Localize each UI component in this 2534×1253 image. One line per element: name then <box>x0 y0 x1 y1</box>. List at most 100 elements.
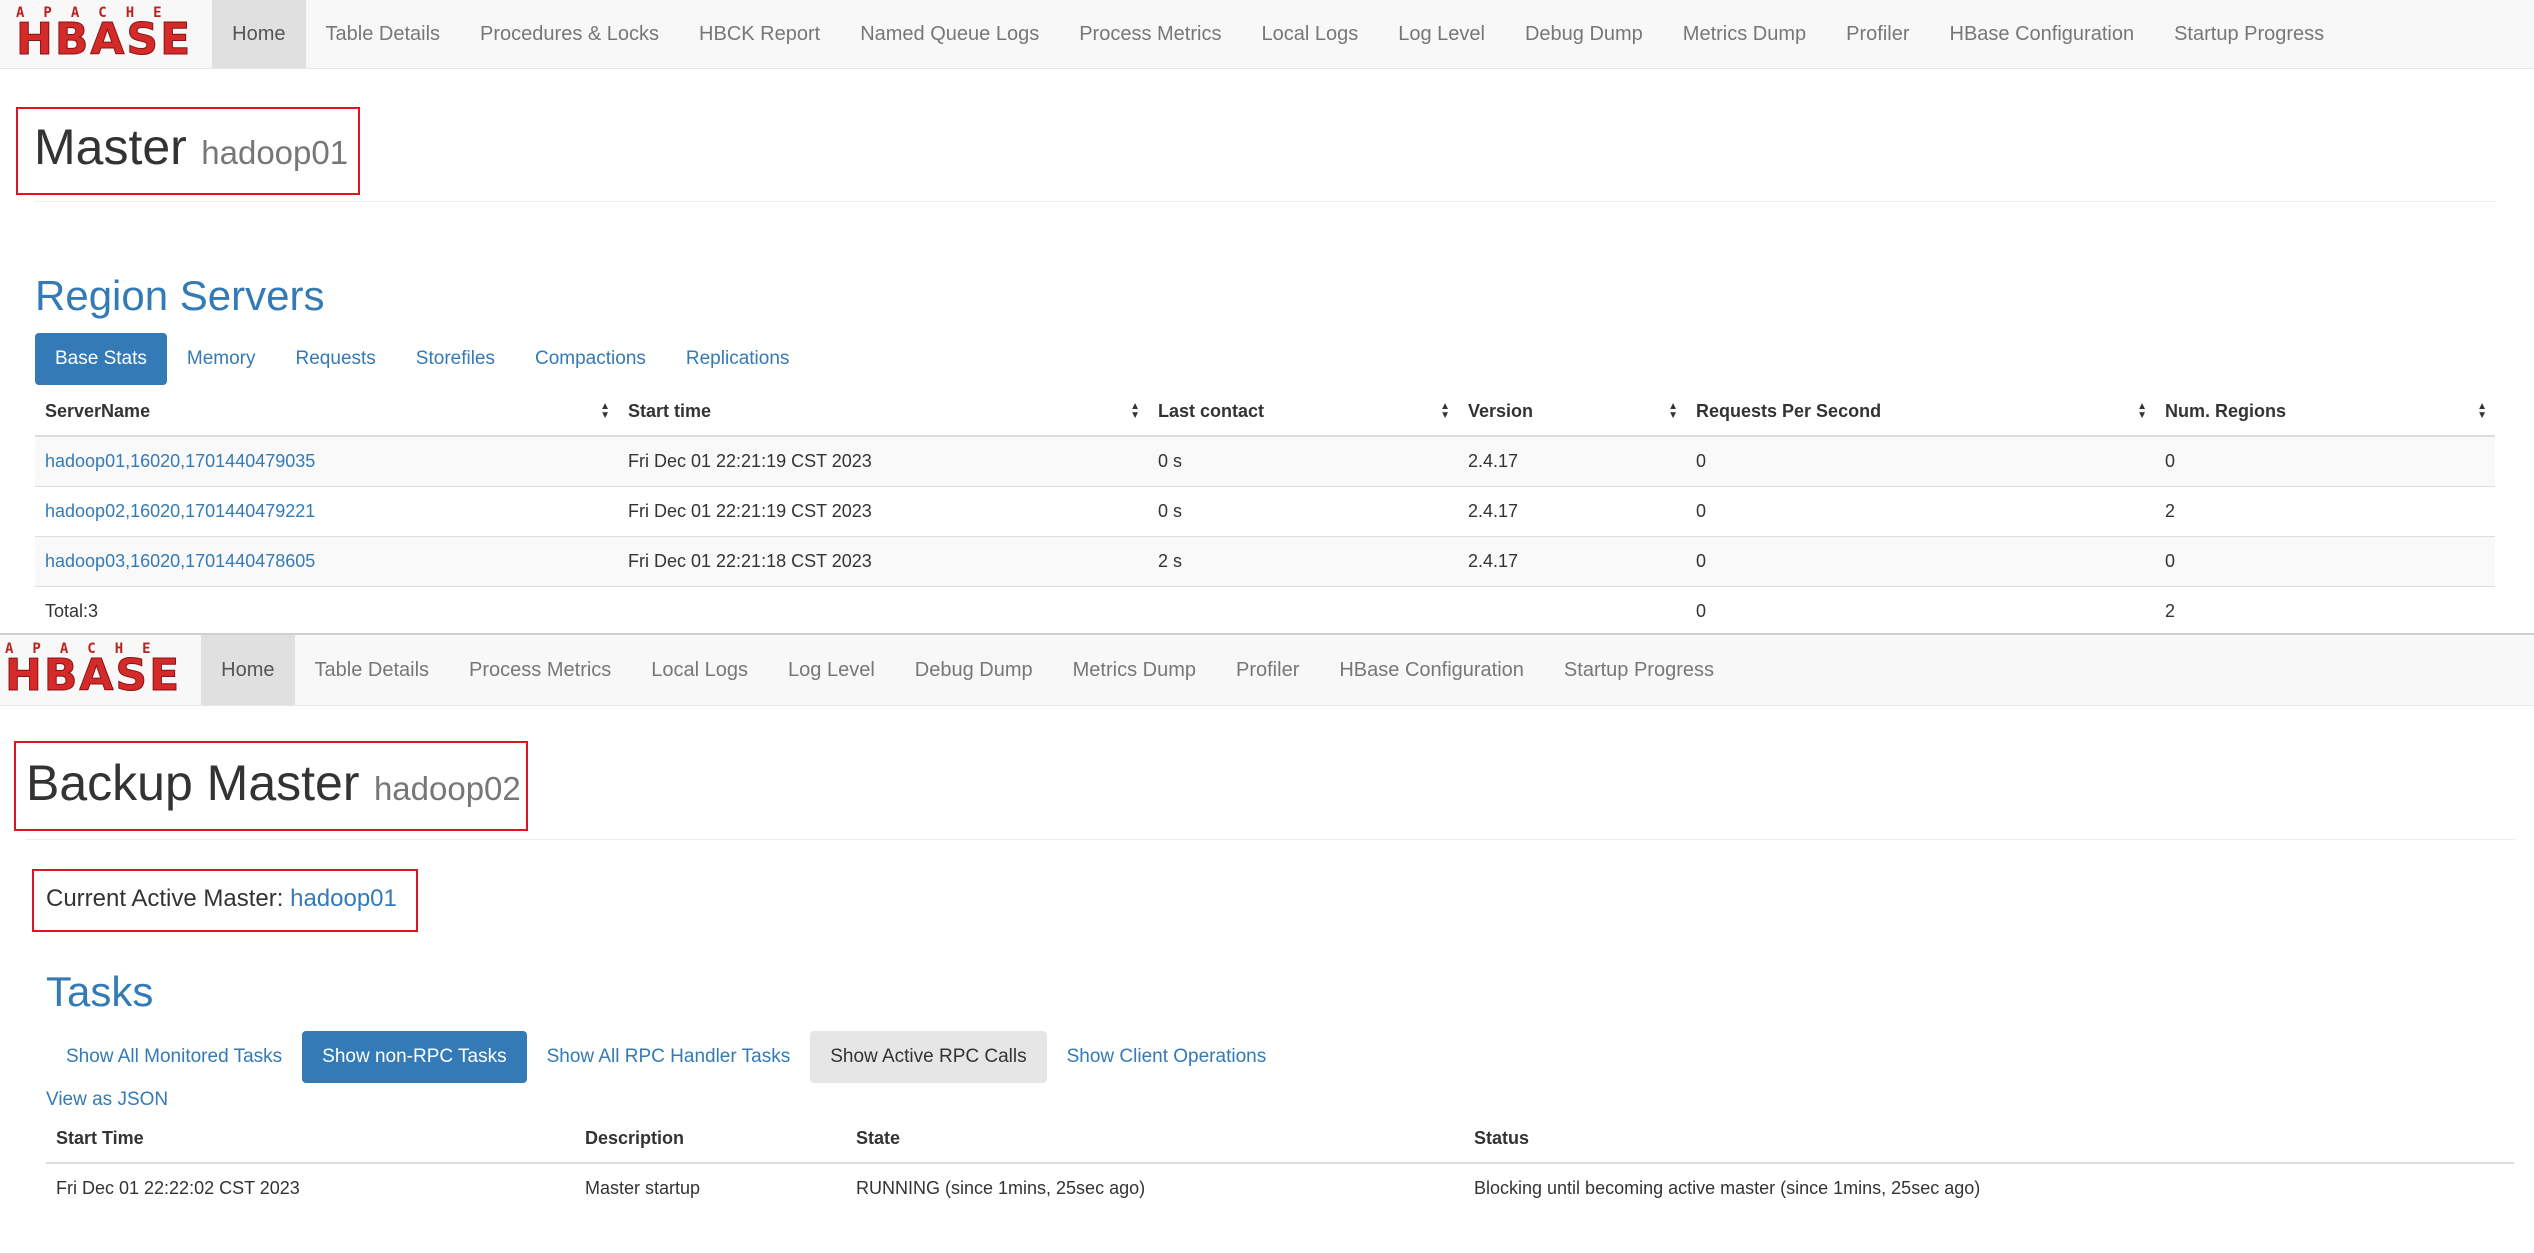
nav-startup-progress[interactable]: Startup Progress <box>2154 0 2344 68</box>
cell-status: Blocking until becoming active master (s… <box>1464 1162 2514 1213</box>
nav-metrics-dump[interactable]: Metrics Dump <box>1663 0 1826 68</box>
tab-compactions[interactable]: Compactions <box>515 333 666 385</box>
nav-log-level[interactable]: Log Level <box>768 635 895 705</box>
nav-named-queue-logs[interactable]: Named Queue Logs <box>840 0 1059 68</box>
server-link[interactable]: hadoop03,16020,1701440478605 <box>45 551 315 571</box>
table-total-row: Total:3 0 2 <box>35 586 2495 636</box>
sort-icon[interactable]: ▲ ▼ <box>1668 402 1678 421</box>
tab-memory[interactable]: Memory <box>167 333 276 385</box>
nav-debug-dump[interactable]: Debug Dump <box>1505 0 1663 68</box>
view-as-json-link[interactable]: View as JSON <box>46 1089 168 1111</box>
tasks-table: Start Time Description State Status Fri … <box>46 1114 2514 1213</box>
total-regions: 2 <box>2155 586 2495 636</box>
nav-metrics-dump[interactable]: Metrics Dump <box>1053 635 1216 705</box>
logo-hbase-text: HBASE <box>15 14 193 65</box>
column-header-requests-per-second[interactable]: Requests Per Second ▲ ▼ <box>1686 387 2155 437</box>
nav-table-details[interactable]: Table Details <box>306 0 461 68</box>
table-row: hadoop01,16020,1701440479035 Fri Dec 01 … <box>35 435 2495 487</box>
cell-version: 2.4.17 <box>1458 435 1686 487</box>
server-link[interactable]: hadoop02,16020,1701440479221 <box>45 501 315 521</box>
nav-process-metrics[interactable]: Process Metrics <box>1059 0 1241 68</box>
tasks-title: Tasks <box>46 968 154 1015</box>
cell-version: 2.4.17 <box>1458 536 1686 587</box>
column-header-start-time: Start Time <box>46 1114 575 1164</box>
sort-icon[interactable]: ▲ ▼ <box>2477 402 2487 421</box>
nav-table-details[interactable]: Table Details <box>295 635 450 705</box>
nav-process-metrics[interactable]: Process Metrics <box>449 635 631 705</box>
sort-icon[interactable]: ▲ ▼ <box>1130 402 1140 421</box>
nav-startup-progress[interactable]: Startup Progress <box>1544 635 1734 705</box>
nav-profiler[interactable]: Profiler <box>1216 635 1319 705</box>
region-servers-table: ServerName ▲ ▼ Start time ▲ ▼ Last contact ▲ ▼… <box>35 387 2495 636</box>
cell-description: Master startup <box>575 1162 846 1213</box>
column-header-state: State <box>846 1114 1464 1164</box>
cell-state: RUNNING (since 1mins, 25sec ago) <box>846 1162 1464 1213</box>
tasks-tabs: Show All Monitored Tasks Show non-RPC Ta… <box>46 1031 1286 1083</box>
nav-profiler[interactable]: Profiler <box>1826 0 1929 68</box>
cell-last-contact: 2 s <box>1148 536 1458 587</box>
total-label: Total:3 <box>35 586 618 636</box>
tab-active-rpc-calls[interactable]: Show Active RPC Calls <box>810 1031 1047 1083</box>
nav-local-logs[interactable]: Local Logs <box>1241 0 1378 68</box>
cell-regions: 0 <box>2155 536 2495 587</box>
nav-local-logs[interactable]: Local Logs <box>631 635 768 705</box>
column-header-num-regions[interactable]: Num. Regions ▲ ▼ <box>2155 387 2495 437</box>
cell-start-time: Fri Dec 01 22:22:02 CST 2023 <box>46 1162 575 1213</box>
page-title-main: Backup Master <box>26 755 360 811</box>
cell-last-contact: 0 s <box>1148 486 1458 537</box>
cell-start-time: Fri Dec 01 22:21:19 CST 2023 <box>618 486 1148 537</box>
nav-home[interactable]: Home <box>201 635 295 705</box>
sort-icon[interactable]: ▲ ▼ <box>600 402 610 421</box>
cell-regions: 0 <box>2155 435 2495 487</box>
cell-regions: 2 <box>2155 486 2495 537</box>
page-title-host: hadoop01 <box>201 134 349 171</box>
nav-procedures-locks[interactable]: Procedures & Locks <box>460 0 679 68</box>
page-title-main: Master <box>34 119 187 175</box>
tab-base-stats[interactable]: Base Stats <box>35 333 167 385</box>
cell-requests: 0 <box>1686 536 2155 587</box>
backup-navbar: APACHE HBASE Home Table Details Process … <box>0 633 2534 706</box>
tab-client-operations[interactable]: Show Client Operations <box>1047 1031 1287 1083</box>
sort-icon[interactable]: ▲ ▼ <box>1440 402 1450 421</box>
current-active-master: Current Active Master: hadoop01 <box>46 885 397 913</box>
page-title: Master hadoop01 <box>34 118 348 176</box>
nav-log-level[interactable]: Log Level <box>1378 0 1505 68</box>
header-divider <box>26 839 2516 840</box>
column-header-start-time[interactable]: Start time ▲ ▼ <box>618 387 1148 437</box>
tab-all-monitored-tasks[interactable]: Show All Monitored Tasks <box>46 1031 302 1083</box>
column-header-version[interactable]: Version ▲ ▼ <box>1458 387 1686 437</box>
column-header-servername[interactable]: ServerName ▲ ▼ <box>35 387 618 437</box>
region-servers-title: Region Servers <box>35 272 325 319</box>
tab-requests[interactable]: Requests <box>276 333 396 385</box>
page-title: Backup Master hadoop02 <box>26 754 521 812</box>
cell-last-contact: 0 s <box>1148 435 1458 487</box>
page-title-host: hadoop02 <box>373 770 521 807</box>
nav-hbase-configuration[interactable]: HBase Configuration <box>1319 635 1544 705</box>
tab-storefiles[interactable]: Storefiles <box>396 333 515 385</box>
tab-non-rpc-tasks[interactable]: Show non-RPC Tasks <box>302 1031 527 1083</box>
active-master-label: Current Active Master: <box>46 885 284 912</box>
nav-debug-dump[interactable]: Debug Dump <box>895 635 1053 705</box>
sort-icon[interactable]: ▲ ▼ <box>2137 402 2147 421</box>
table-row: hadoop02,16020,1701440479221 Fri Dec 01 … <box>35 486 2495 537</box>
hbase-logo[interactable]: APACHE HBASE <box>0 635 201 705</box>
master-navbar: APACHE HBASE Home Table Details Procedur… <box>0 0 2534 69</box>
tab-all-rpc-handler-tasks[interactable]: Show All RPC Handler Tasks <box>527 1031 811 1083</box>
logo-hbase-text: HBASE <box>4 650 182 701</box>
cell-version: 2.4.17 <box>1458 486 1686 537</box>
column-header-last-contact[interactable]: Last contact ▲ ▼ <box>1148 387 1458 437</box>
total-requests: 0 <box>1686 586 2155 636</box>
cell-start-time: Fri Dec 01 22:21:18 CST 2023 <box>618 536 1148 587</box>
header-divider <box>34 201 2496 202</box>
region-servers-tabs: Base Stats Memory Requests Storefiles Co… <box>35 333 809 385</box>
table-row: hadoop03,16020,1701440478605 Fri Dec 01 … <box>35 536 2495 587</box>
nav-home[interactable]: Home <box>212 0 306 68</box>
nav-hbck-report[interactable]: HBCK Report <box>679 0 840 68</box>
active-master-link[interactable]: hadoop01 <box>290 885 397 912</box>
table-row: Fri Dec 01 22:22:02 CST 2023 Master star… <box>46 1162 2514 1213</box>
server-link[interactable]: hadoop01,16020,1701440479035 <box>45 451 315 471</box>
cell-requests: 0 <box>1686 486 2155 537</box>
hbase-logo[interactable]: APACHE HBASE <box>0 0 212 68</box>
tab-replications[interactable]: Replications <box>666 333 810 385</box>
nav-hbase-configuration[interactable]: HBase Configuration <box>1930 0 2155 68</box>
